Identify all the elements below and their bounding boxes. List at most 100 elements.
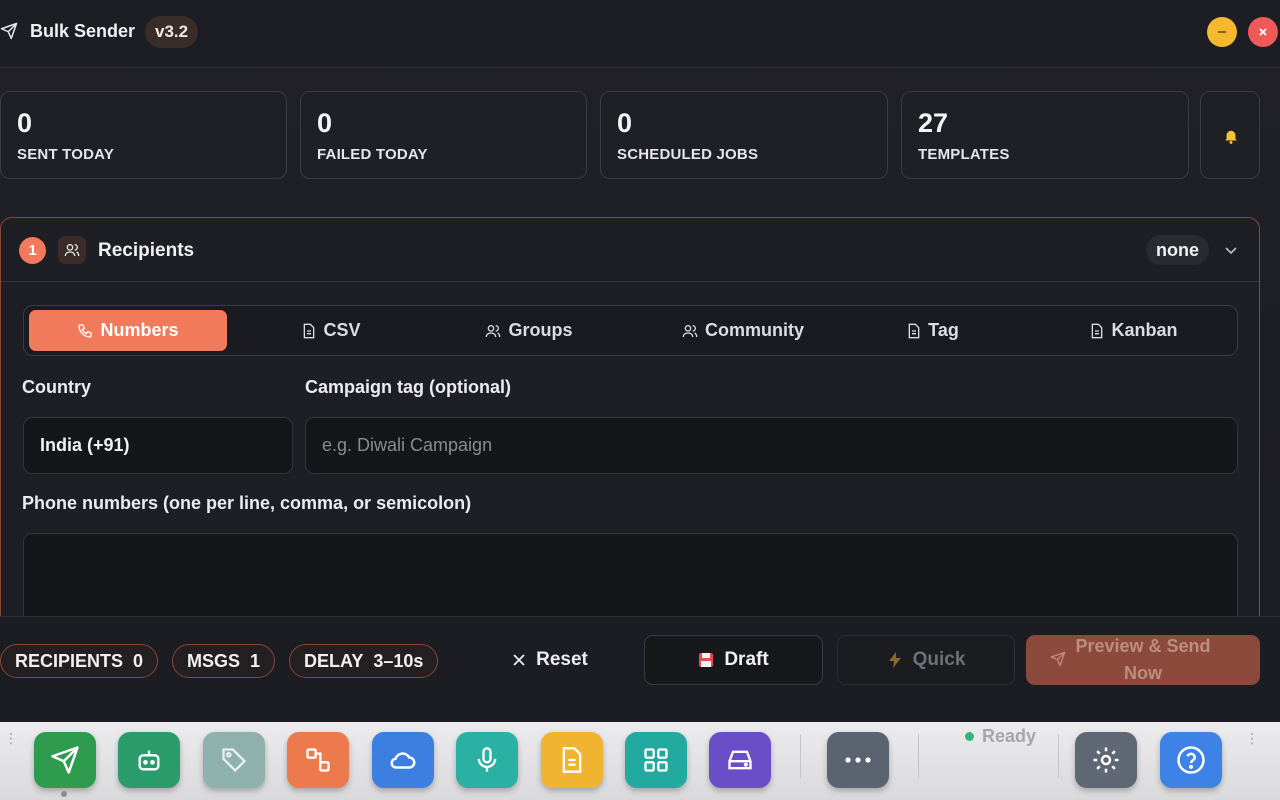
dock-bot[interactable] (118, 732, 180, 788)
dock-tag[interactable] (203, 732, 265, 788)
step-badge: 1 (19, 237, 46, 264)
stat-card-sent-today: 0 SENT TODAY (0, 91, 287, 179)
send-icon (51, 746, 79, 774)
status-dot (965, 732, 974, 741)
reset-label: Reset (536, 649, 588, 670)
stat-value: 0 (17, 108, 33, 138)
campaign-tag-field[interactable] (305, 417, 1238, 474)
delay-chip: DELAY 3–10s (289, 644, 439, 678)
chip-value: 0 (133, 651, 144, 671)
gear-icon (1093, 747, 1119, 773)
stat-value: 27 (918, 108, 949, 138)
tab-community[interactable]: Community (629, 310, 857, 351)
dock-flow[interactable] (287, 732, 349, 788)
chip-value: 3–10s (373, 651, 424, 671)
active-indicator (61, 791, 67, 797)
tab-tag[interactable]: Tag (857, 310, 1009, 351)
send-label-line1: Preview & Send (1075, 636, 1211, 656)
version-badge: v3.2 (145, 16, 199, 48)
campaign-tag-input[interactable] (322, 418, 1237, 473)
tag-icon (222, 748, 247, 773)
mic-icon (477, 747, 497, 772)
tab-numbers[interactable]: Numbers (29, 310, 227, 351)
draft-button[interactable]: Draft (644, 635, 823, 685)
recipient-source-tabs: Numbers CSV Groups Community Tag Kanban (23, 305, 1238, 356)
dock-drive[interactable] (709, 732, 771, 788)
dock-grip-left: ⋮ (4, 730, 18, 746)
users-icon (486, 324, 501, 337)
close-button[interactable] (1248, 17, 1278, 47)
notifications-button[interactable] (1200, 91, 1260, 179)
dock-more[interactable] (827, 732, 889, 788)
chip-value: 1 (250, 651, 261, 671)
tab-label: Tag (928, 320, 959, 340)
file-icon (1092, 323, 1103, 338)
close-icon (1259, 28, 1267, 36)
chevron-down-icon[interactable] (1223, 242, 1239, 258)
dock-separator (800, 734, 801, 778)
bot-icon (138, 750, 160, 771)
country-select[interactable]: India (+91) (23, 417, 293, 474)
dock-document[interactable] (541, 732, 603, 788)
stat-card-failed-today: 0 FAILED TODAY (300, 91, 587, 179)
chip-label: MSGS (187, 651, 241, 671)
action-bar: RECIPIENTS 0 MSGS 1 DELAY 3–10s Reset Draft… (0, 616, 1280, 722)
preview-send-button[interactable]: Preview & Send Now (1026, 635, 1260, 685)
dock-help[interactable] (1160, 732, 1222, 788)
dock-mic[interactable] (456, 732, 518, 788)
app-title: Bulk Sender (30, 21, 136, 41)
country-label: Country (22, 377, 91, 397)
title-bar: Bulk Sender v3.2 (0, 0, 1280, 68)
quick-label: Quick (912, 649, 966, 670)
dock-cloud[interactable] (372, 732, 434, 788)
close-icon (513, 654, 525, 666)
help-icon (1177, 746, 1205, 774)
flow-icon (306, 748, 330, 772)
stat-card-templates: 27 TEMPLATES (901, 91, 1189, 179)
tab-label: Kanban (1111, 320, 1178, 340)
stat-label: SCHEDULED JOBS (617, 146, 759, 163)
draft-label: Draft (724, 649, 769, 670)
phone-icon (78, 323, 93, 338)
users-icon (682, 324, 698, 337)
messages-count-chip: MSGS 1 (172, 644, 276, 678)
dock-settings[interactable] (1075, 732, 1137, 788)
dock-grip-right: ⋮ (1245, 730, 1259, 746)
file-icon (304, 323, 315, 338)
stat-label: FAILED TODAY (317, 146, 428, 163)
tab-csv[interactable]: CSV (234, 310, 429, 351)
recipients-title: Recipients (98, 240, 195, 261)
users-icon (64, 244, 80, 257)
stat-value: 0 (617, 108, 633, 138)
campaign-tag-label: Campaign tag (optional) (305, 377, 511, 397)
recipients-header[interactable]: 1 Recipients none (1, 218, 1259, 282)
file-icon (908, 323, 920, 338)
tab-groups[interactable]: Groups (429, 310, 629, 351)
chip-label: DELAY (304, 651, 364, 671)
status-text: Ready (982, 726, 1037, 746)
send-label: Preview & Send Now (1075, 633, 1210, 687)
chip-label: RECIPIENTS (15, 651, 124, 671)
status-indicator: Ready (965, 726, 1036, 747)
minimize-icon (1218, 31, 1226, 33)
dock-send[interactable] (34, 732, 96, 788)
dock-separator (918, 734, 919, 778)
users-icon-box (58, 236, 86, 264)
dock-grid[interactable] (625, 732, 687, 788)
tab-label: Numbers (100, 320, 179, 340)
minimize-button[interactable] (1207, 17, 1237, 47)
quick-send-button[interactable]: Quick (837, 635, 1015, 685)
stat-value: 0 (317, 108, 333, 138)
reset-button[interactable]: Reset (490, 635, 610, 685)
save-icon (699, 653, 714, 667)
drive-icon (728, 750, 752, 770)
tab-kanban[interactable]: Kanban (1034, 310, 1234, 351)
cloud-icon (390, 752, 416, 769)
selection-status: none (1146, 235, 1209, 265)
send-icon (0, 22, 18, 40)
bulk-sender-window: Bulk Sender v3.2 0 SENT TODAY 0 FAILED T… (0, 0, 1280, 722)
recipients-count-chip: RECIPIENTS 0 (0, 644, 159, 678)
tab-label: Groups (508, 320, 573, 340)
dock-separator (1058, 734, 1059, 778)
stat-label: TEMPLATES (918, 146, 1010, 163)
